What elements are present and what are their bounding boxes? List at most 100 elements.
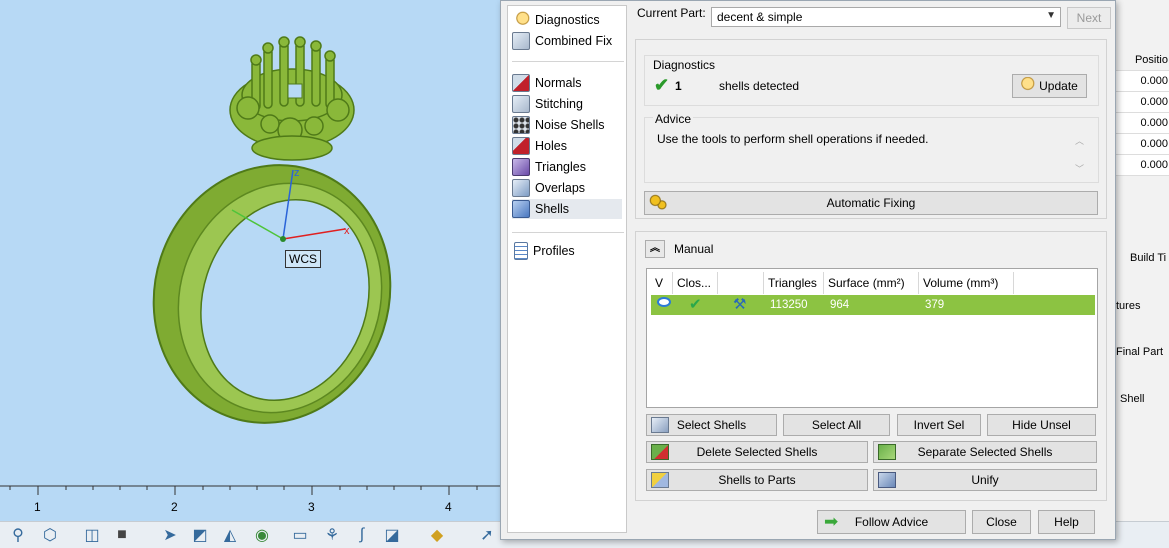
position-value: 0.000 [1114, 92, 1169, 113]
shells-parts-icon [651, 472, 669, 488]
shell-count: 1 [675, 79, 682, 93]
select-shells-button[interactable]: Select Shells [646, 414, 777, 436]
nav-item-label: Normals [535, 76, 582, 90]
manual-title: Manual [674, 242, 714, 256]
cell-volume: 379 [925, 299, 945, 311]
gears-icon [649, 194, 667, 210]
nav-item-label: Holes [535, 139, 567, 153]
nav-item-stitching[interactable]: Stitching [512, 94, 622, 114]
nav-item-triangles[interactable]: Triangles [512, 157, 622, 177]
select-part-icon[interactable]: ◉ [250, 524, 274, 546]
nav-item-label: Stitching [535, 97, 583, 111]
unify-button[interactable]: Unify [873, 469, 1097, 491]
select-surface-icon[interactable]: ◩ [188, 524, 212, 546]
select-arrow-icon[interactable]: ➤ [158, 524, 182, 546]
update-label: Update [1039, 79, 1078, 93]
final-part-label: Final Part [1116, 346, 1164, 358]
update-button[interactable]: Update [1012, 74, 1087, 98]
diagnostics-title: Diagnostics [653, 58, 716, 72]
column-header-surface[interactable]: Surface (mm²) [824, 272, 919, 294]
3d-viewport[interactable]: x z WCS [0, 0, 502, 485]
delete-selected-shells-button[interactable]: Delete Selected Shells [646, 441, 868, 463]
select-shell-icon[interactable]: ◭ [218, 524, 242, 546]
nav-item-overlaps[interactable]: Overlaps [512, 178, 622, 198]
current-part-label: Current Part: [637, 6, 706, 20]
select-shells-label: Select Shells [676, 418, 747, 432]
shells-table: V Clos... Triangles Surface (mm²) Volume… [646, 268, 1098, 408]
cube-blue-icon [512, 200, 530, 218]
help-button[interactable]: Help [1038, 510, 1095, 534]
shells-to-parts-label: Shells to Parts [718, 473, 796, 487]
cube-icon [512, 179, 530, 197]
nav-item-label: Profiles [533, 244, 575, 258]
column-header-triangles[interactable]: Triangles [764, 272, 824, 294]
nav-item-normals[interactable]: Normals [512, 73, 622, 93]
cube-red-icon [512, 74, 530, 92]
nav-item-label: Combined Fix [535, 34, 613, 48]
current-part-select[interactable]: decent & simple ▼ [711, 7, 1061, 27]
delete-shell-icon [651, 444, 669, 460]
wcs-label: WCS [285, 250, 321, 268]
current-part-value: decent & simple [717, 10, 803, 24]
position-value: 0.000 [1114, 113, 1169, 134]
ruler: 1 2 3 4 [0, 485, 502, 521]
scroll-down-icon[interactable]: ﹀ [1075, 162, 1084, 175]
invert-selection-button[interactable]: Invert Sel [897, 414, 981, 436]
wrench-icon[interactable]: ⚒ [733, 295, 746, 313]
position-value: 0.000 [1114, 71, 1169, 92]
shells-to-parts-button[interactable]: Shells to Parts [646, 469, 868, 491]
table-row[interactable] [651, 295, 1095, 315]
column-header-volume[interactable]: Volume (mm³) [919, 272, 1014, 294]
collapse-icon[interactable]: ︽ [645, 240, 665, 258]
select-all-button[interactable]: Select All [783, 414, 890, 436]
arrow-tool-icon[interactable]: ➚ [475, 524, 499, 546]
select-box-icon[interactable]: ▭ [288, 524, 312, 546]
automatic-fixing-button[interactable]: Automatic Fixing [644, 191, 1098, 215]
shaded-box-icon[interactable]: ■ [110, 524, 134, 546]
nav-item-label: Triangles [535, 160, 586, 174]
measure-icon[interactable]: ⚲ [6, 524, 30, 546]
view-cube-icon[interactable]: ⬡ [38, 524, 62, 546]
nav-item-combined-fix[interactable]: Combined Fix [512, 31, 622, 51]
nav-item-shells[interactable]: Shells [512, 199, 622, 219]
build-time-label: Build Ti [1130, 252, 1167, 264]
next-button[interactable]: Next [1067, 7, 1111, 29]
diagnostics-status: shells detected [719, 79, 800, 93]
view-box-icon[interactable]: ◫ [80, 524, 104, 546]
cube-cursor-icon [651, 417, 669, 433]
column-header-closed[interactable]: Clos... [673, 272, 718, 294]
scroll-up-icon[interactable]: ︿ [1075, 134, 1084, 147]
cell-surface: 964 [830, 299, 850, 311]
cube-icon [512, 32, 530, 50]
document-icon [514, 242, 528, 260]
delete-selected-label: Delete Selected Shells [696, 445, 818, 459]
nav-item-holes[interactable]: Holes [512, 136, 622, 156]
magnifier-icon [512, 11, 530, 29]
select-plane-icon[interactable]: ◪ [380, 524, 404, 546]
ring-model: x z [152, 36, 392, 424]
hide-unselected-button[interactable]: Hide Unsel [987, 414, 1096, 436]
color-cube-icon[interactable]: ◆ [425, 524, 449, 546]
follow-advice-button[interactable]: ➡ Follow Advice [817, 510, 966, 534]
dice-icon [512, 116, 530, 134]
nav-item-diagnostics[interactable]: Diagnostics [512, 10, 622, 30]
cube-icon [512, 95, 530, 113]
select-brush-icon[interactable]: ⚘ [320, 524, 344, 546]
nav-item-noise-shells[interactable]: Noise Shells [512, 115, 622, 135]
ruler-label: 4 [445, 500, 452, 514]
shell-label: Shell [1120, 393, 1145, 405]
close-button[interactable]: Close [972, 510, 1031, 534]
separate-selected-shells-button[interactable]: Separate Selected Shells [873, 441, 1097, 463]
automatic-fixing-label: Automatic Fixing [826, 196, 916, 210]
column-header-tool[interactable] [718, 272, 764, 294]
eye-icon[interactable] [657, 297, 671, 307]
cube-red-icon [512, 137, 530, 155]
advice-title: Advice [653, 112, 694, 126]
cube-purple-icon [512, 158, 530, 176]
position-value: 0.000 [1114, 155, 1169, 176]
column-header-visible[interactable]: V [651, 272, 673, 294]
nav-item-label: Diagnostics [535, 13, 600, 27]
fix-wizard-dialog: Diagnostics Combined Fix Normals Stitchi… [500, 0, 1116, 540]
nav-item-profiles[interactable]: Profiles [512, 241, 622, 261]
select-lasso-icon[interactable]: ∫ [350, 524, 374, 546]
